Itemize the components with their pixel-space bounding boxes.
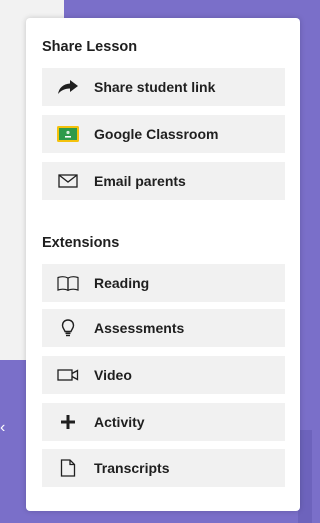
transcripts-button[interactable]: Transcripts [42,449,285,487]
video-button[interactable]: Video [42,356,285,394]
email-parents-label: Email parents [94,173,186,189]
transcripts-label: Transcripts [94,460,170,476]
share-student-link-label: Share student link [94,79,216,95]
share-menu-panel: Share Lesson Share student link Google C… [26,18,300,511]
assessments-label: Assessments [94,320,185,336]
activity-button[interactable]: Activity [42,403,285,441]
book-icon [54,275,82,291]
email-parents-button[interactable]: Email parents [42,162,285,200]
extensions-heading: Extensions [42,235,120,251]
share-lesson-heading: Share Lesson [42,39,138,55]
google-classroom-label: Google Classroom [94,126,219,142]
envelope-icon [54,174,82,188]
activity-label: Activity [94,414,145,430]
reading-button[interactable]: Reading [42,264,285,302]
share-student-link-button[interactable]: Share student link [42,68,285,106]
google-classroom-icon [54,126,82,142]
background-bottom-right [298,430,312,523]
assessments-button[interactable]: Assessments [42,309,285,347]
lightbulb-icon [54,319,82,337]
reading-label: Reading [94,275,150,291]
video-label: Video [94,367,132,383]
google-classroom-button[interactable]: Google Classroom [42,115,285,153]
share-arrow-icon [54,79,82,95]
background-top-strip [64,0,312,14]
partial-edge-icon: ‹ [0,419,6,436]
video-camera-icon [54,368,82,382]
plus-icon [54,415,82,429]
document-icon [54,459,82,477]
